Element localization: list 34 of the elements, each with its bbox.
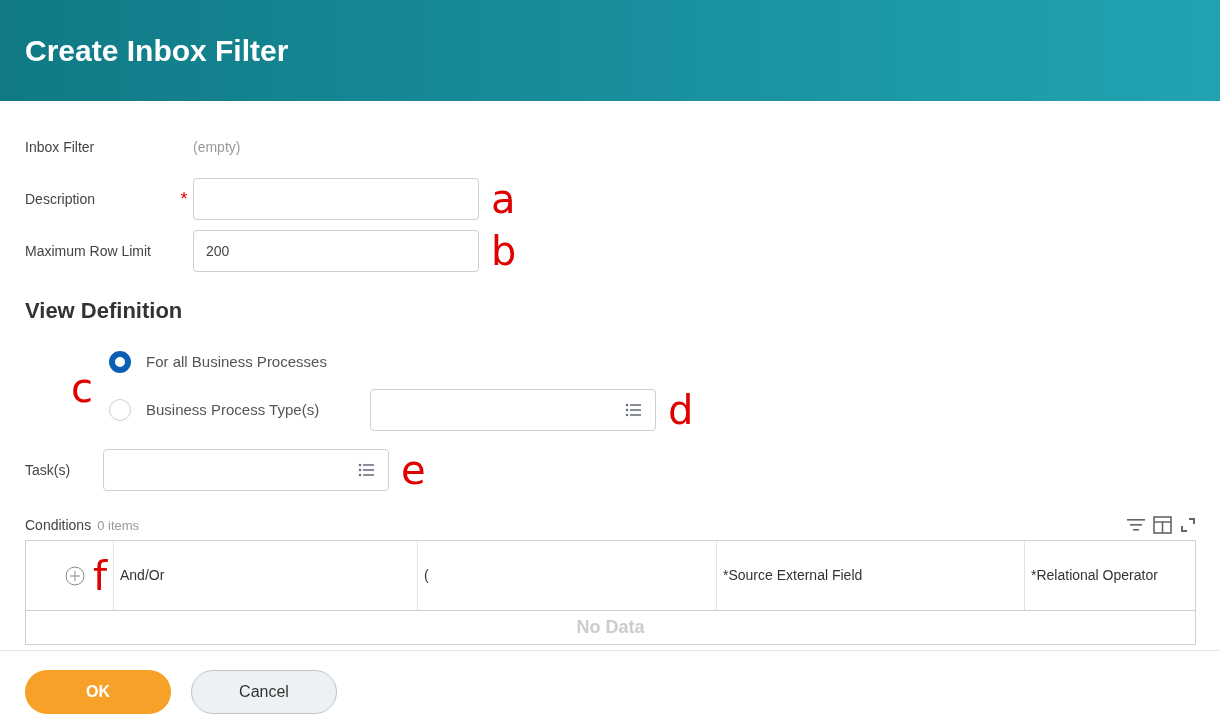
required-mark: * (180, 187, 188, 211)
field-label: Description (25, 189, 97, 209)
column-header: *Relational Operator (1031, 566, 1158, 585)
field-label: Maximum Row Limit (25, 241, 152, 261)
annotation-letter: b (491, 231, 517, 271)
annotation-letter: e (401, 450, 426, 490)
columns-icon[interactable] (1153, 516, 1172, 534)
field-label: Task(s) (25, 460, 72, 480)
field-value: (empty) (193, 137, 241, 157)
column-header: ( (424, 566, 429, 585)
text-field[interactable] (193, 178, 479, 220)
expand-icon[interactable] (1180, 517, 1196, 533)
list-icon[interactable] (625, 403, 641, 417)
annotation-letter: a (491, 179, 516, 219)
section-title: View Definition (25, 297, 184, 325)
select-field[interactable] (103, 449, 389, 491)
radio-label[interactable]: For all Business Processes (146, 350, 370, 374)
column-header: And/Or (120, 566, 165, 585)
list-icon[interactable] (358, 463, 374, 477)
add-icon[interactable] (64, 565, 85, 586)
radio-label[interactable]: Business Process Type(s) (146, 398, 370, 422)
item-count: 0 items (97, 517, 140, 535)
select-field[interactable] (370, 389, 656, 431)
annotation-letter: c (71, 368, 93, 408)
field-label: Inbox Filter (25, 137, 96, 157)
annotation-letter: f (92, 555, 107, 596)
column-header: *Source External Field (723, 566, 863, 585)
page-title: Create Inbox Filter (25, 33, 289, 69)
annotation-letter: d (668, 390, 694, 430)
table-title: Conditions (25, 516, 92, 535)
cancel-button[interactable]: Cancel (191, 670, 337, 714)
text-field[interactable]: 200 (193, 230, 479, 272)
filter-icon[interactable] (1127, 518, 1145, 532)
radio-button[interactable] (109, 351, 131, 373)
